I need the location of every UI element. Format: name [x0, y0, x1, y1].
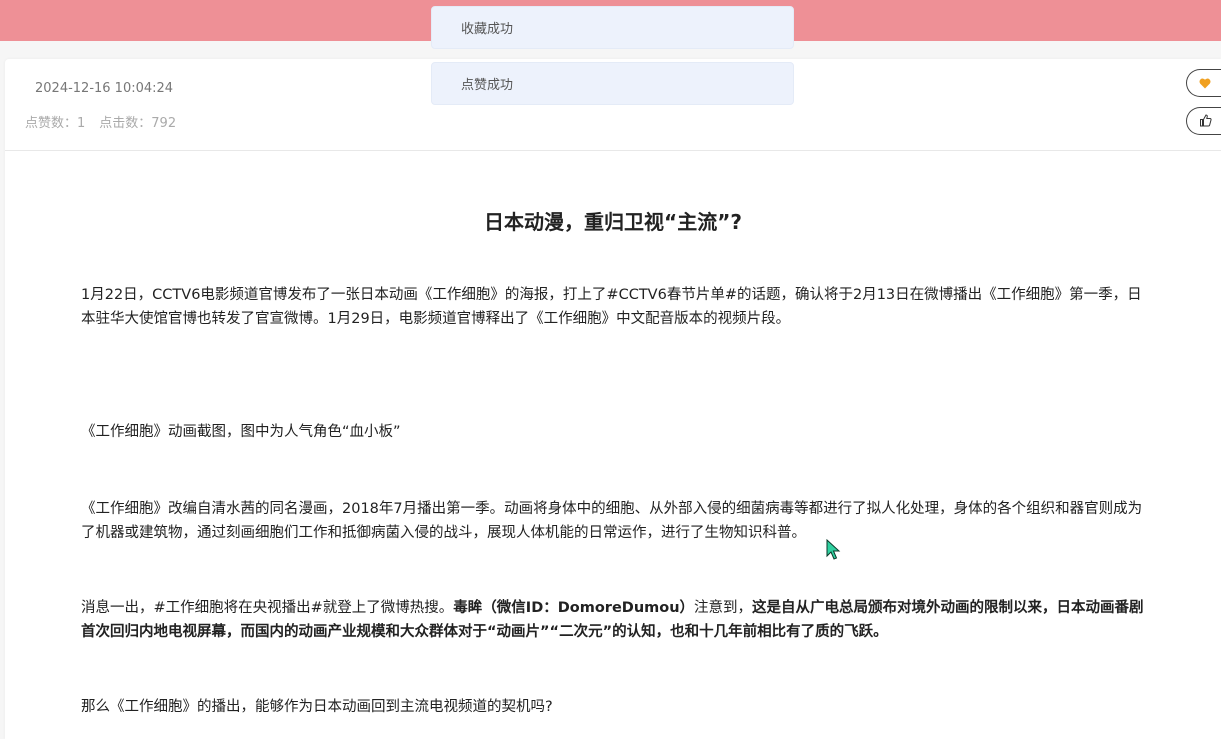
article-paragraph-4: 那么《工作细胞》的播出，能够作为日本动画回到主流电视频道的契机吗?	[81, 699, 553, 715]
like-button[interactable]	[1186, 107, 1221, 135]
paragraph-3-text: 消息一出，#工作细胞将在央视播出#就登上了微博热搜。	[81, 600, 454, 616]
like-count: 点赞数：1	[25, 116, 86, 131]
article-stats: 点赞数：1 点击数：792	[25, 112, 176, 131]
article-paragraph-3: 消息一出，#工作细胞将在央视播出#就登上了微博热搜。毒眸（微信ID：Domore…	[81, 597, 1151, 644]
click-count: 点击数：792	[99, 116, 177, 131]
image-caption: 《工作细胞》动画截图，图中为人气角色“血小板”	[81, 424, 401, 440]
paragraph-3-note: 注意到，	[694, 600, 753, 616]
article-card: 2024-12-16 10:04:24 点赞数：1 点击数：792 日本动漫，重…	[5, 59, 1221, 739]
article-paragraph-1: 1月22日，CCTV6电影频道官博发布了一张日本动画《工作细胞》的海报，打上了#…	[81, 287, 1142, 327]
publish-date: 2024-12-16 10:04:24	[35, 81, 174, 96]
heart-icon	[1199, 74, 1211, 93]
source-name: 毒眸（微信ID：DomoreDumou）	[453, 600, 695, 616]
toast-like-success: 点赞成功	[431, 62, 794, 105]
toast-favorite-success: 收藏成功	[431, 6, 794, 49]
favorite-button[interactable]	[1186, 69, 1221, 97]
header-divider	[5, 150, 1221, 151]
article-paragraph-2: 《工作细胞》改编自清水茜的同名漫画，2018年7月播出第一季。动画将身体中的细胞…	[81, 501, 1143, 541]
article-title: 日本动漫，重归卫视“主流”?	[484, 210, 742, 234]
thumbs-up-icon	[1199, 112, 1212, 131]
mouse-cursor-icon	[826, 538, 842, 561]
